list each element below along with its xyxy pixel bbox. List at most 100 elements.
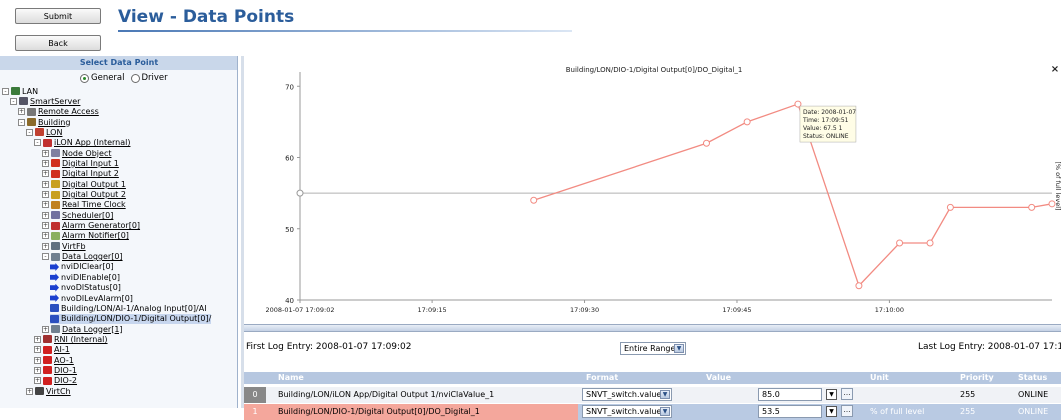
collapse-icon[interactable]: - <box>42 253 49 261</box>
expand-icon[interactable]: + <box>18 108 25 116</box>
tree-node-label: Real Time Clock <box>62 200 126 210</box>
tree-node[interactable]: + Node Object <box>42 148 111 158</box>
data-point <box>926 239 934 247</box>
value-ellipsis-button[interactable]: … <box>841 405 853 417</box>
tree-node[interactable]: + AI-1 <box>34 345 70 355</box>
tree-node[interactable]: Building/LON/DIO-1/Digital Output[0]/ <box>50 313 212 324</box>
tree-node[interactable]: + AO-1 <box>34 355 74 365</box>
tree-node[interactable]: + Data Logger[1] <box>42 324 123 334</box>
device-icon <box>43 376 52 385</box>
value-input[interactable]: 85.0 <box>758 388 822 401</box>
expand-icon[interactable]: + <box>42 180 49 188</box>
expand-icon[interactable]: + <box>42 211 49 219</box>
tree-node[interactable]: + Alarm Notifier[0] <box>42 231 129 241</box>
input-arrow-icon <box>50 273 59 282</box>
tree-node-label: RNI (Internal) <box>54 334 108 344</box>
tree-node-label: nvoDlLevAlarm[0] <box>61 293 133 303</box>
collapse-icon[interactable]: - <box>26 128 33 136</box>
tooltip-status: Status: ONLINE <box>803 133 849 140</box>
collapse-icon[interactable]: - <box>2 87 9 95</box>
logger-icon <box>51 325 60 334</box>
value-ellipsis-button[interactable]: … <box>841 388 853 400</box>
log-chart: Building/LON/DIO-1/Digital Output[0]/DO_… <box>244 56 1061 322</box>
chevron-down-icon: ▼ <box>660 407 670 416</box>
tree-node[interactable]: + Real Time Clock <box>42 200 126 210</box>
app-icon <box>43 138 52 147</box>
expand-icon[interactable]: + <box>42 159 49 167</box>
expand-icon[interactable]: + <box>34 377 41 385</box>
row-index: 0 <box>244 387 266 403</box>
expand-icon[interactable]: + <box>42 242 49 250</box>
back-button[interactable]: Back <box>15 35 101 51</box>
tree-node[interactable]: + Digital Output 1 <box>42 179 126 189</box>
main-content: Building/LON/DIO-1/Digital Output[0]/DO_… <box>244 56 1061 420</box>
expand-icon[interactable]: + <box>42 325 49 333</box>
tree-node[interactable]: nviDlClear[0] <box>50 262 114 272</box>
tree-node-label: Remote Access <box>38 107 99 117</box>
expand-icon[interactable]: + <box>34 335 41 343</box>
first-log-entry: First Log Entry: 2008-01-07 17:09:02 <box>246 342 412 352</box>
tree-node[interactable]: + Digital Input 1 <box>42 158 119 168</box>
submit-button[interactable]: Submit <box>15 8 101 24</box>
close-icon[interactable]: × <box>1051 64 1059 75</box>
tree-node[interactable]: + RNI (Internal) <box>34 334 108 344</box>
tree-node-label: LON <box>46 127 63 137</box>
tree-node[interactable]: - SmartServer <box>10 96 80 106</box>
tree-node[interactable]: - Data Logger[0] <box>42 252 123 262</box>
expand-icon[interactable]: + <box>42 222 49 230</box>
value-dropdown-button[interactable]: ▼ <box>826 389 837 400</box>
row-unit: % of full level <box>870 407 925 416</box>
data-point <box>743 118 751 126</box>
format-select[interactable]: SNVT_switch.value ▼ <box>582 388 672 401</box>
value-input[interactable]: 53.5 <box>758 405 822 418</box>
table-row[interactable]: 0 Building/LON/iLON App/Digital Output 1… <box>244 387 1061 403</box>
row-status: ONLINE <box>1018 407 1049 416</box>
general-radio[interactable] <box>80 73 89 83</box>
reference-marker <box>296 189 304 197</box>
tree-node[interactable]: + VirtCh <box>26 386 71 396</box>
general-radio-label: General <box>91 73 125 83</box>
tree-node[interactable]: Building/LON/AI-1/Analog Input[0]/AI <box>50 303 207 313</box>
format-select[interactable]: SNVT_switch.value ▼ <box>582 405 672 418</box>
tree-node[interactable]: - Building <box>18 117 70 127</box>
expand-icon[interactable]: + <box>26 387 33 395</box>
range-select[interactable]: Entire Range ▼ <box>620 342 686 355</box>
tree-node[interactable]: nvoDlLevAlarm[0] <box>50 293 133 303</box>
collapse-icon[interactable]: - <box>10 97 17 105</box>
expand-icon[interactable]: + <box>42 149 49 157</box>
collapse-icon[interactable]: - <box>34 139 41 147</box>
expand-icon[interactable]: + <box>42 170 49 178</box>
view-mode-radio-group: General Driver <box>80 73 168 83</box>
table-row[interactable]: 1 Building/LON/DIO-1/Digital Output[0]/D… <box>244 404 1061 420</box>
tree-node[interactable]: - LON <box>26 127 62 137</box>
tree-node[interactable]: + Remote Access <box>18 107 99 117</box>
tree-node-label: Data Logger[0] <box>62 252 123 262</box>
tree-node[interactable]: - iLON App (Internal) <box>34 138 130 148</box>
tree-node[interactable]: + DIO-2 <box>34 376 77 386</box>
expand-icon[interactable]: + <box>34 356 41 364</box>
expand-icon[interactable]: + <box>42 191 49 198</box>
expand-icon[interactable]: + <box>42 232 49 240</box>
tooltip-value: Value: 67.5 1 <box>803 125 843 132</box>
tree-node[interactable]: + Scheduler[0] <box>42 210 113 220</box>
tree-node[interactable]: + Digital Input 2 <box>42 169 119 179</box>
tree-node[interactable]: + Alarm Generator[0] <box>42 221 140 231</box>
collapse-icon[interactable]: - <box>18 118 25 126</box>
tree-node[interactable]: + VirtFb <box>42 241 86 251</box>
tree-node[interactable]: - LAN <box>2 86 38 96</box>
tree-node[interactable]: + Digital Output 2 <box>42 190 126 200</box>
tree-node[interactable]: nviDlEnable[0] <box>50 272 120 282</box>
expand-icon[interactable]: + <box>34 346 41 354</box>
chart-scrollbar[interactable] <box>244 324 1061 332</box>
notifier-icon <box>51 231 60 240</box>
tree-node-label: nviDlClear[0] <box>61 262 114 272</box>
driver-radio[interactable] <box>130 73 140 83</box>
device-icon <box>43 345 52 354</box>
expand-icon[interactable]: + <box>42 201 49 209</box>
x-tick-label: 17:10:00 <box>875 306 904 314</box>
expand-icon[interactable]: + <box>34 366 41 374</box>
input-icon <box>51 169 60 178</box>
tree-node[interactable]: nvoDlStatus[0] <box>50 283 121 293</box>
link-icon <box>50 304 59 313</box>
tree-node[interactable]: + DIO-1 <box>34 365 77 375</box>
